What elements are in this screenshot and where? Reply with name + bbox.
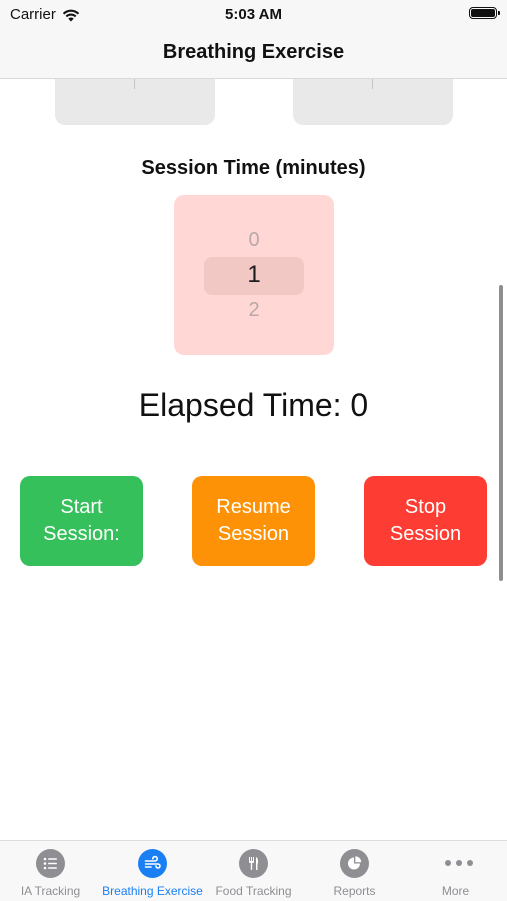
- session-time-label: Session Time (minutes): [141, 157, 366, 179]
- tab-label: More: [441, 884, 470, 898]
- tab-food-tracking[interactable]: Food Tracking: [203, 841, 304, 901]
- battery-icon: [469, 7, 500, 19]
- session-minutes-picker[interactable]: 0 1 2: [174, 195, 334, 355]
- elapsed-time-label: Elapsed Time: 0: [138, 387, 369, 423]
- tab-reports[interactable]: Reports: [304, 841, 405, 901]
- list-icon: [36, 849, 65, 878]
- tab-label: Breathing Exercise: [102, 884, 203, 898]
- status-bar: Carrier 5:03 AM: [0, 0, 507, 28]
- start-session-button[interactable]: Start Session:: [20, 476, 143, 566]
- fork-knife-icon: [239, 849, 268, 878]
- vertical-scrollbar[interactable]: [499, 285, 503, 581]
- tab-ia-tracking[interactable]: IA Tracking: [0, 841, 101, 901]
- picker-option-selected[interactable]: 1: [174, 261, 334, 289]
- picker-tick: [372, 79, 373, 89]
- breath-in-picker[interactable]: [55, 79, 215, 125]
- picker-tick: [134, 79, 135, 89]
- stop-session-button[interactable]: Stop Session: [364, 476, 487, 566]
- resume-session-button[interactable]: Resume Session: [192, 476, 315, 566]
- status-time: 5:03 AM: [225, 6, 282, 23]
- wind-icon: [138, 849, 167, 878]
- tab-label: IA Tracking: [20, 884, 81, 898]
- more-icon: [445, 860, 473, 866]
- page-title: Breathing Exercise: [162, 41, 345, 63]
- navigation-bar: Breathing Exercise: [0, 28, 507, 79]
- picker-option-next[interactable]: 2: [174, 299, 334, 322]
- tab-breathing-exercise[interactable]: Breathing Exercise: [102, 841, 203, 901]
- tab-label: Food Tracking: [215, 884, 292, 898]
- tab-more[interactable]: More: [405, 841, 506, 901]
- breath-out-picker[interactable]: [293, 79, 453, 125]
- main-content: Session Time (minutes) 0 1 2 Elapsed Tim…: [0, 79, 507, 839]
- pie-chart-icon: [340, 849, 369, 878]
- tab-bar: IA Tracking Breathing Exercise Food Trac…: [0, 840, 507, 901]
- picker-option-previous[interactable]: 0: [174, 229, 334, 252]
- tab-label: Reports: [333, 884, 376, 898]
